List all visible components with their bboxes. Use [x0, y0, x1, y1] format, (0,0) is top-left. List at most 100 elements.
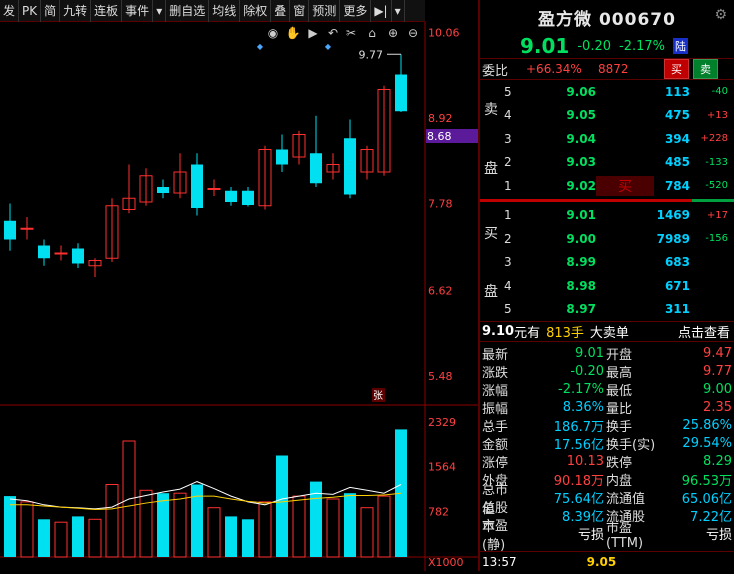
ask-row[interactable]: 3 9.04 394 +228: [480, 127, 734, 151]
volume-bar: [20, 501, 34, 558]
level-volume: 311: [664, 302, 690, 317]
price-change-pct: -2.17%: [619, 38, 665, 54]
buy-button[interactable]: 买: [664, 59, 689, 79]
toolbar-button-12[interactable]: 预测: [309, 0, 341, 22]
level-volume: 683: [664, 255, 690, 270]
price-tick-label: 8.92: [428, 112, 453, 125]
toolbar-button-14[interactable]: ▶|: [371, 0, 392, 22]
volume-bar: [276, 455, 288, 557]
level-price: 9.05: [566, 108, 596, 123]
stat-value: 10.13: [566, 454, 604, 470]
toolbar-button-7[interactable]: 删自选: [166, 0, 210, 22]
toolbar-button-4[interactable]: 连板: [91, 0, 123, 22]
sell-button[interactable]: 卖: [693, 59, 718, 79]
scissors-icon[interactable]: ✂: [346, 26, 356, 40]
toolbar-button-10[interactable]: 叠: [271, 0, 291, 22]
volume-bar: [88, 518, 102, 558]
big-order-price: 9.10: [482, 324, 515, 339]
eye-icon[interactable]: ◉: [268, 26, 278, 40]
board-tag[interactable]: 陆: [673, 38, 688, 54]
volume-bar: [344, 493, 356, 557]
candle-body: [54, 252, 68, 255]
stat-key: 跌停: [606, 456, 633, 472]
kline-chart-area[interactable]: ◉ ✋ ▶ ↶ ✂ ⌂ ⊕ ⊖ ◆ ◆ 10.06 8.92 8.68 7.78 6.62 5.48 9.77 张…: [0, 22, 478, 571]
level-volume: 784: [664, 178, 690, 193]
stat-value: 9.01: [575, 345, 604, 361]
volume-bar: [292, 495, 306, 558]
bid-row[interactable]: 5 8.97 311: [480, 298, 734, 322]
stat-value: 8.39亿: [562, 510, 604, 526]
zoom-out-icon[interactable]: ⊖: [408, 26, 418, 40]
toolbar-button-1[interactable]: PK: [19, 0, 42, 22]
lock-icon[interactable]: ⌂: [368, 26, 376, 40]
toolbar-button-0[interactable]: 发: [0, 0, 20, 22]
stat-value: 9.00: [703, 381, 732, 397]
gear-icon[interactable]: ⚙: [714, 7, 728, 23]
candle-body: [4, 220, 16, 240]
candle-body: [38, 245, 50, 259]
volume-bar: [157, 493, 169, 557]
buy-side-char2: 盘: [484, 284, 498, 301]
bid-row[interactable]: 3 8.99 683: [480, 251, 734, 275]
stat-value: 9.47: [703, 345, 732, 361]
stat-row: 涨跌 -0.20 最高 9.77: [480, 362, 734, 381]
level-price: 9.01: [566, 208, 596, 223]
toolbar-button-6[interactable]: ▾: [153, 0, 167, 22]
level-volume: 394: [664, 131, 690, 146]
weicha-value: 8872: [598, 62, 629, 76]
toolbar-button-9[interactable]: 除权: [240, 0, 272, 22]
volume-bar: [105, 484, 119, 558]
volume-bar: [72, 516, 84, 557]
ask-row[interactable]: 4 9.05 475 +13: [480, 104, 734, 128]
candle-body: [225, 190, 237, 202]
stat-value: 186.7万: [553, 419, 604, 435]
stat-value: 65.06亿: [681, 492, 732, 508]
stats-table: 最新 9.01 开盘 9.47 涨跌 -0.20 最高 9.77 涨幅 -2.17% 最低 9.00 振…: [480, 342, 734, 553]
level-price: 8.97: [566, 302, 596, 317]
toolbar-button-5[interactable]: 事件: [122, 0, 154, 22]
toolbar-button-2[interactable]: 简: [41, 0, 61, 22]
quote-panel: 盈方微 000670 ⚙ 9.01 -0.20 -2.17% 陆 委比 +66.…: [478, 0, 734, 571]
bid-row[interactable]: 2 9.00 7989 -156: [480, 227, 734, 251]
stat-key: 开盘: [606, 347, 633, 363]
zhang-marker: 张: [373, 390, 383, 402]
stat-key: 涨幅: [482, 383, 509, 399]
buy-side-label: 买 盘: [480, 204, 502, 321]
level-delta: -40: [711, 86, 728, 98]
kline-chart[interactable]: ◉ ✋ ▶ ↶ ✂ ⌂ ⊕ ⊖ ◆ ◆ 10.06 8.92 8.68 7.78 6.62 5.48 9.77 张…: [0, 22, 478, 571]
bid-book: 买 盘 1 9.01 1469 +17 2 9.00 7989 -156 3 8.99 683 4 8.…: [480, 204, 734, 322]
toolbar-button-11[interactable]: 窗: [290, 0, 310, 22]
bid-row[interactable]: 4 8.98 671: [480, 274, 734, 298]
ask-row[interactable]: 1 9.02 买 784 -520: [480, 174, 734, 198]
volume-unit-label: X1000: [428, 556, 464, 569]
buy-side-char1: 买: [484, 225, 498, 242]
stat-key: 金额: [482, 438, 509, 454]
weibi-value: +66.34%: [526, 62, 582, 76]
play-icon[interactable]: ▶: [308, 26, 318, 40]
bid-row[interactable]: 1 9.01 1469 +17: [480, 204, 734, 228]
volume-bar: [38, 519, 50, 557]
marker-diamond-icon: ◆: [325, 42, 332, 51]
undo-icon[interactable]: ↶: [328, 26, 338, 40]
volume-bar: [173, 492, 187, 558]
price-tick-label: 5.48: [428, 370, 453, 383]
volume-bar: [225, 516, 237, 557]
price-tick-label: 10.06: [428, 27, 460, 40]
toolbar-button-13[interactable]: 更多: [340, 0, 372, 22]
toolbar-button-3[interactable]: 九转: [60, 0, 92, 22]
price-tick-label: 7.78: [428, 198, 453, 211]
big-order-line[interactable]: 9.10 元有 813手 大卖单 点击查看: [480, 321, 734, 342]
toolbar-button-8[interactable]: 均线: [209, 0, 241, 22]
hand-icon[interactable]: ✋: [286, 26, 301, 40]
stat-row: 最新 9.01 开盘 9.47: [480, 344, 734, 363]
stat-value: 96.53万: [681, 474, 732, 490]
view-link[interactable]: 点击查看: [678, 322, 730, 341]
chart-toolbar: 发 PK 简九转 连板 事件 ▾ 删自选 均线 除权叠窗预测 更多 ▶| ▾: [0, 0, 425, 22]
zoom-in-icon[interactable]: ⊕: [388, 26, 398, 40]
toolbar-button-15[interactable]: ▾: [392, 0, 405, 22]
ask-row[interactable]: 5 9.06 113 -40: [480, 80, 734, 104]
ask-row[interactable]: 2 9.03 485 -133: [480, 151, 734, 175]
level-price: 9.03: [566, 155, 596, 170]
level-price: 9.02: [566, 178, 596, 193]
candle-body: [242, 190, 254, 205]
